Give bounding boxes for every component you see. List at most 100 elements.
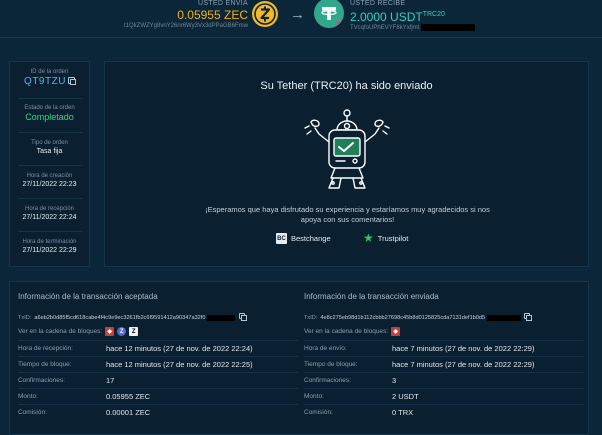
receive-amount: 2.0000 USDT bbox=[350, 10, 423, 24]
receive-amount-line: 2.0000 USDTTRC20 bbox=[350, 8, 475, 24]
copy-icon[interactable] bbox=[238, 313, 247, 321]
order-type-value: Tasa fija bbox=[36, 148, 63, 155]
zcash-explorer-icon[interactable]: Z bbox=[117, 327, 127, 336]
receive-network: TRC20 bbox=[422, 11, 445, 18]
row-value: hace 7 minutos (27 de nov. de 2022 22:29… bbox=[392, 360, 535, 369]
zcash-z-icon[interactable]: Z bbox=[129, 327, 139, 336]
row-label: Confirmaciones: bbox=[304, 377, 351, 384]
star-icon: ★ bbox=[363, 231, 374, 245]
order-info-panel: ID de la orden QT9TZU Estado de la orden… bbox=[9, 61, 90, 267]
accepted-transaction: Información de la transacción aceptada T… bbox=[16, 282, 301, 434]
copy-icon[interactable] bbox=[67, 77, 76, 85]
row-value: 3 bbox=[392, 376, 397, 385]
accepted-row: Confirmaciones: 17 bbox=[18, 376, 301, 386]
send-block: USTED ENVÍA 0.05955 ZEC t1QkZWZYg8vnY26n… bbox=[124, 0, 248, 31]
received-time-value: 27/11/2022 22:24 bbox=[22, 214, 77, 221]
created-time-item: Hora de creación 27/11/2022 22:23 bbox=[10, 172, 89, 190]
sent-row: Comisión: 0 TRX bbox=[304, 408, 587, 418]
order-id-value: QT9TZU bbox=[24, 76, 66, 87]
success-title: Su Tether (TRC20) ha sido enviado bbox=[260, 80, 433, 92]
tronscan-icon[interactable]: ◆ bbox=[391, 327, 401, 336]
receive-label: USTED RECIBE bbox=[350, 0, 406, 7]
sent-heading: Información de la transacción enviada bbox=[304, 292, 439, 301]
receive-block: USTED RECIBE 2.0000 USDTTRC20 TVcqfoUPhE… bbox=[350, 0, 476, 33]
success-message: ¡Esperamos que haya disfrutado su experi… bbox=[205, 205, 490, 224]
txid-value[interactable]: a6eb2b0d85f5cd618cabe4f4c9e9ec3261fb2c6f… bbox=[34, 315, 205, 321]
copy-icon[interactable] bbox=[524, 313, 533, 321]
row-value: 17 bbox=[106, 376, 115, 385]
row-value: 0.00001 ZEC bbox=[106, 408, 151, 417]
accepted-row: Hora de recepción: hace 12 minutos (27 d… bbox=[18, 344, 301, 354]
divider bbox=[304, 340, 584, 341]
row-label: Comisión: bbox=[304, 409, 333, 416]
row-label: Tiempo de bloque: bbox=[304, 361, 358, 368]
sent-txid: TxID: 4e8c275eb98d1b112cbbb27698c45b8d012… bbox=[304, 313, 533, 321]
trustpilot-label: Trustpilot bbox=[377, 233, 409, 243]
txid-label: TxID: bbox=[18, 315, 32, 321]
row-label: Hora de envío: bbox=[304, 345, 347, 352]
sent-transaction: Información de la transacción enviada Tx… bbox=[302, 282, 587, 434]
send-address: t1QkZWZYg8vnY26nr6Wy3Vx3dPPaGB6Fmw bbox=[124, 23, 248, 29]
order-id-item: ID de la orden QT9TZU bbox=[10, 68, 89, 88]
accepted-heading: Información de la transacción aceptada bbox=[18, 292, 158, 301]
receive-address-line: TVcqfoUPhEVYF8kYxfjmt bbox=[350, 24, 476, 33]
arrow-right-icon: → bbox=[290, 6, 305, 23]
accepted-row: Comisión: 0.00001 ZEC bbox=[18, 408, 301, 418]
divider bbox=[18, 404, 298, 405]
send-amount: 0.05955 ZEC bbox=[177, 8, 248, 22]
received-time-label: Hora de recepción bbox=[24, 206, 75, 212]
order-status-value: Completado bbox=[25, 112, 74, 122]
created-time-label: Hora de creación bbox=[26, 173, 73, 179]
row-label: Hora de recepción: bbox=[18, 345, 73, 352]
divider bbox=[18, 388, 298, 389]
row-value: 0.05955 ZEC bbox=[106, 392, 151, 401]
blockchair-icon[interactable]: ◆ bbox=[105, 327, 115, 336]
send-label: USTED ENVÍA bbox=[198, 0, 248, 7]
bestchange-label: Bestchange bbox=[291, 234, 331, 243]
accepted-row: Monto: 0.05955 ZEC bbox=[18, 392, 301, 402]
trustpilot-review-link[interactable]: ★ Trustpilot bbox=[363, 231, 409, 245]
tether-coin-icon bbox=[314, 0, 344, 28]
order-type-label: Tipo de orden bbox=[31, 140, 68, 146]
order-id-label: ID de la orden bbox=[30, 69, 69, 75]
bestchange-review-link[interactable]: BC Bestchange bbox=[276, 233, 331, 244]
row-value: 0 TRX bbox=[392, 408, 414, 417]
divider bbox=[304, 388, 584, 389]
divider bbox=[18, 165, 83, 166]
divider bbox=[18, 231, 83, 232]
row-value: hace 12 minutos (27 de nov. de 2022 22:2… bbox=[106, 344, 253, 353]
bestchange-logo-icon: BC bbox=[276, 233, 287, 244]
divider bbox=[18, 98, 83, 99]
explorer-label: Ver en la cadena de bloques: bbox=[304, 328, 389, 335]
divider bbox=[0, 37, 602, 38]
row-value: hace 12 minutos (27 de nov. de 2022 22:2… bbox=[106, 360, 253, 369]
finished-time-label: Hora de terminación bbox=[22, 239, 77, 245]
receive-address: TVcqfoUPhEVYF8kYxfjmt bbox=[350, 25, 420, 32]
divider bbox=[18, 340, 298, 341]
sent-explorer-row: Ver en la cadena de bloques: ◆ bbox=[304, 327, 401, 336]
row-label: Monto: bbox=[18, 393, 38, 400]
row-label: Comisión: bbox=[18, 409, 47, 416]
created-time-value: 27/11/2022 22:23 bbox=[22, 181, 77, 188]
sent-row: Confirmaciones: 3 bbox=[304, 376, 587, 386]
redaction-bar bbox=[207, 314, 236, 321]
txid-label: TxID: bbox=[304, 315, 318, 321]
sent-row: Monto: 2 USDT bbox=[304, 392, 587, 402]
divider bbox=[304, 356, 584, 357]
row-label: Tiempo de bloque: bbox=[18, 361, 72, 368]
divider bbox=[18, 132, 83, 133]
order-id: QT9TZU bbox=[10, 76, 89, 88]
sent-row: Hora de envío: hace 7 minutos (27 de nov… bbox=[304, 344, 587, 354]
txid-value[interactable]: 4e8c275eb98d1b112cbbb27698c45b8d0125825c… bbox=[320, 315, 485, 321]
order-status-label: Estado de la orden bbox=[24, 105, 75, 111]
success-panel: Su Tether (TRC20) ha sido enviado ¡Esper… bbox=[104, 61, 589, 267]
received-time-item: Hora de recepción 27/11/2022 22:24 bbox=[10, 205, 89, 223]
row-label: Confirmaciones: bbox=[18, 377, 65, 384]
exchange-summary: USTED ENVÍA 0.05955 ZEC t1QkZWZYg8vnY26n… bbox=[0, 0, 602, 38]
divider bbox=[304, 372, 584, 373]
divider bbox=[18, 198, 83, 199]
sent-row: Tiempo de bloque: hace 7 minutos (27 de … bbox=[304, 360, 587, 370]
divider bbox=[304, 404, 584, 405]
redaction-bar bbox=[486, 314, 521, 321]
explorer-label: Ver en la cadena de bloques: bbox=[18, 328, 103, 335]
